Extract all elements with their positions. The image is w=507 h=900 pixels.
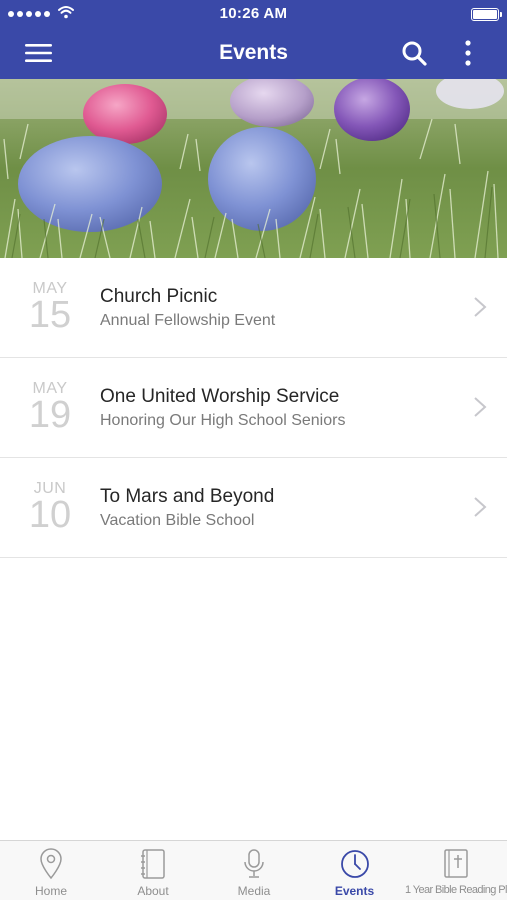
- page-title: Events: [219, 41, 288, 64]
- event-subtitle: Annual Fellowship Event: [100, 312, 276, 329]
- status-time: 10:26 AM: [219, 5, 288, 22]
- tab-label: Media: [237, 884, 271, 898]
- chevron-right-icon: [474, 297, 487, 317]
- event-row-one-united-worship[interactable]: MAY 19 One United Worship Service Honori…: [0, 358, 507, 458]
- event-title: Church Picnic: [100, 286, 218, 307]
- clock-icon: [340, 850, 369, 878]
- event-title: To Mars and Beyond: [100, 486, 275, 507]
- event-date: MAY 19: [20, 380, 80, 434]
- more-options-icon[interactable]: [456, 39, 480, 67]
- chevron-right-icon: [474, 397, 487, 417]
- event-subtitle: Vacation Bible School: [100, 512, 255, 529]
- battery-icon: [471, 8, 502, 21]
- tab-label: 1 Year Bible Reading Plan: [405, 884, 507, 896]
- tab-label: Events: [334, 884, 375, 898]
- event-title: One United Worship Service: [100, 386, 340, 407]
- event-row-to-mars-and-beyond[interactable]: JUN 10 To Mars and Beyond Vacation Bible…: [0, 458, 507, 558]
- events-list: MAY 15 Church Picnic Annual Fellowship E…: [0, 258, 507, 558]
- event-subtitle: Honoring Our High School Seniors: [100, 412, 346, 429]
- tab-media[interactable]: Media: [204, 841, 304, 900]
- search-icon[interactable]: [400, 39, 428, 67]
- top-bar: 10:26 AM Events: [0, 0, 507, 79]
- map-pin-icon: [40, 848, 62, 880]
- event-day: 15: [28, 294, 72, 336]
- event-day: 19: [28, 394, 72, 436]
- tab-about[interactable]: About: [102, 841, 204, 900]
- events-banner-image: [0, 79, 507, 258]
- event-day: 10: [28, 494, 72, 536]
- tab-events[interactable]: Events: [304, 841, 405, 900]
- nav-bar: Events: [0, 27, 507, 79]
- microphone-icon: [244, 849, 264, 878]
- event-row-church-picnic[interactable]: MAY 15 Church Picnic Annual Fellowship E…: [0, 258, 507, 358]
- tab-home[interactable]: Home: [0, 841, 102, 900]
- status-bar: 10:26 AM: [0, 0, 507, 27]
- tab-bar: Home About Media Events 1 Year Bible Rea…: [0, 840, 507, 900]
- tab-bible-reading-plan[interactable]: 1 Year Bible Reading Plan: [405, 841, 507, 900]
- event-date: MAY 15: [20, 280, 80, 334]
- tab-label: About: [137, 884, 169, 898]
- event-date: JUN 10: [20, 480, 80, 534]
- notebook-icon: [141, 849, 165, 879]
- chevron-right-icon: [474, 497, 487, 517]
- tab-label: Home: [34, 884, 67, 898]
- bible-icon: [444, 849, 468, 878]
